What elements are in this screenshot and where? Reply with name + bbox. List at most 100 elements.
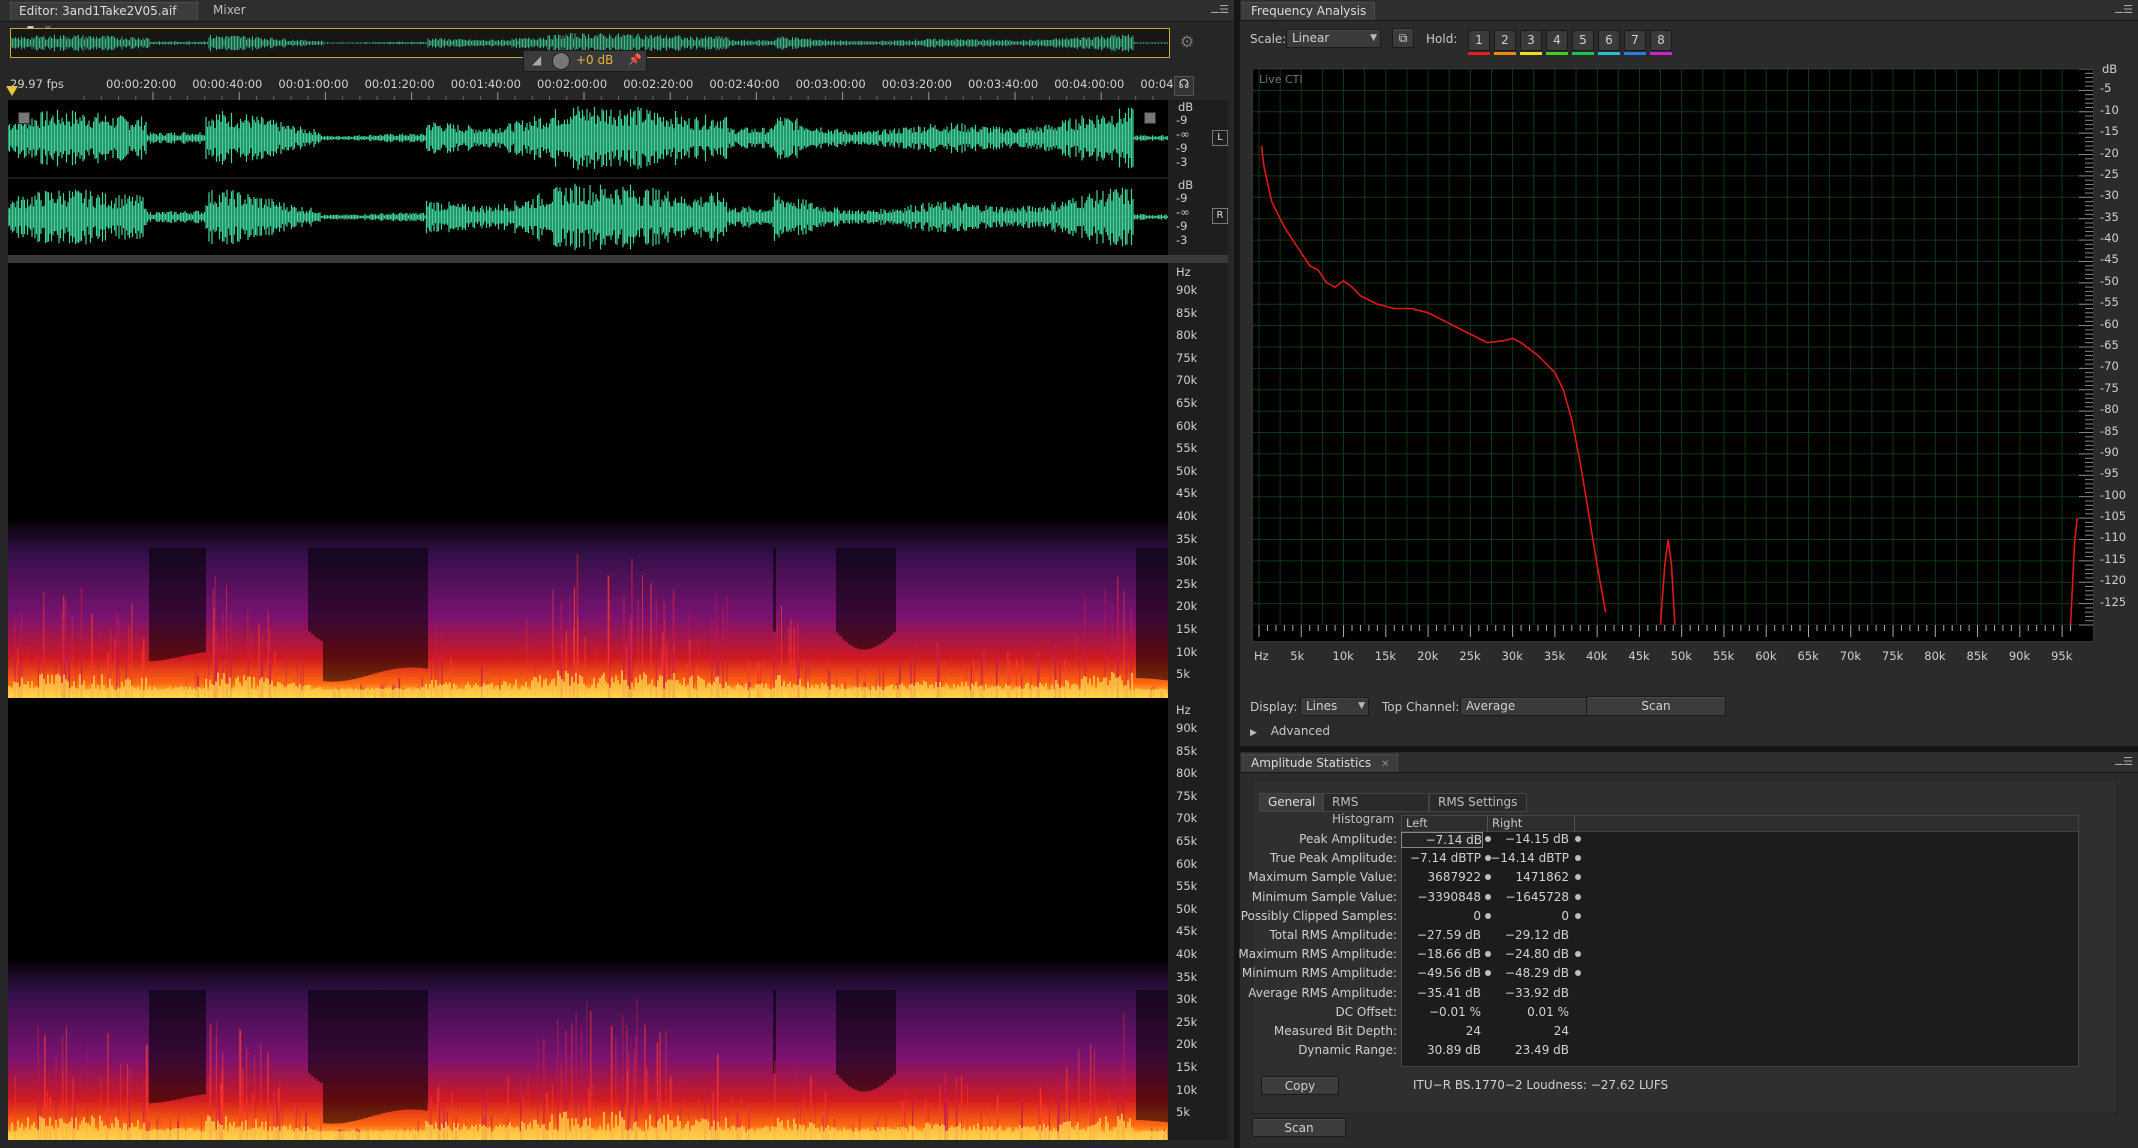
tab-rms-settings[interactable]: RMS Settings	[1429, 793, 1527, 812]
scale-select[interactable]: Linear ▼	[1286, 29, 1381, 48]
copy-button[interactable]: Copy	[1261, 1076, 1339, 1095]
stat-right-value[interactable]: −48.29 dB	[1489, 966, 1569, 980]
panel-menu-icon[interactable]: ⚊☰	[2114, 3, 2133, 16]
stat-right-value[interactable]: 23.49 dB	[1489, 1043, 1569, 1057]
stat-right-value[interactable]: 0	[1489, 909, 1569, 923]
time-ruler[interactable]: 29.97 fps 00:00:20:00 00:00:40:00 00:01:00…	[6, 74, 1185, 101]
stat-right-value[interactable]: −1645728	[1489, 890, 1570, 904]
pin-icon[interactable]	[1575, 874, 1581, 881]
db-unit-right: dB	[1178, 178, 1194, 192]
hz-tick-label: 55k	[1176, 879, 1198, 894]
hz-tick-label: 20k	[1176, 599, 1198, 614]
stat-right-value[interactable]: −33.92 dB	[1489, 986, 1569, 1000]
x-tick-label: 80k	[1924, 649, 1946, 663]
hz-unit-bottom: Hz	[1176, 703, 1191, 717]
hz-tick-label: 15k	[1176, 622, 1198, 636]
pin-icon[interactable]	[1485, 912, 1491, 919]
hz-tick-label: 45k	[1176, 486, 1198, 501]
zoom-navigator-icon[interactable]: ⚙	[1180, 32, 1194, 51]
volume-knob-icon[interactable]	[552, 52, 570, 70]
stat-left-value[interactable]: 3687922	[1401, 870, 1481, 884]
x-tick-label: 30k	[1501, 649, 1523, 663]
hold-button-2[interactable]: 2	[1494, 30, 1516, 55]
pin-icon[interactable]	[1575, 893, 1581, 900]
panel-menu-icon[interactable]: ⚊☰	[2114, 755, 2133, 768]
hud-gain-value[interactable]: +0 dB	[576, 53, 613, 67]
hold-color-bar	[1520, 52, 1542, 55]
col-left-header: Left	[1406, 816, 1428, 830]
panel-menu-icon[interactable]: ⚊☰	[1210, 3, 1229, 16]
pin-icon[interactable]	[1485, 893, 1491, 900]
hold-button-label: 5	[1579, 33, 1587, 47]
stat-left-value[interactable]: 24	[1401, 1024, 1481, 1038]
stat-right-value[interactable]: −14.15 dB	[1489, 832, 1569, 846]
hold-button-1[interactable]: 1	[1468, 30, 1490, 55]
stats-header: Left Right	[1402, 816, 2078, 832]
hz-tick-label: 85k	[1176, 743, 1198, 758]
y-tick-label: -25	[2100, 166, 2119, 181]
stat-label: Possibly Clipped Samples:	[1240, 908, 1397, 923]
tab-frequency-analysis[interactable]: Frequency Analysis	[1242, 2, 1376, 20]
hold-button-7[interactable]: 7	[1624, 30, 1646, 55]
pin-icon[interactable]	[1575, 836, 1581, 842]
pin-icon[interactable]: 📌	[628, 53, 642, 66]
right-fade-handle[interactable]	[1144, 112, 1156, 124]
pin-icon[interactable]	[1575, 970, 1581, 977]
stat-left-value[interactable]: 0	[1401, 909, 1481, 923]
pin-icon[interactable]	[1575, 951, 1581, 958]
hz-tick-label: 45k	[1176, 924, 1198, 939]
amp-scan-button[interactable]: Scan	[1252, 1118, 1346, 1137]
y-tick-label: -115	[2100, 551, 2127, 566]
display-select[interactable]: Lines ▼	[1300, 697, 1369, 716]
db-tick-label: -9	[1176, 113, 1188, 127]
stat-left-value[interactable]: −7.14 dBTP	[1401, 851, 1481, 865]
tab-amplitude-statistics[interactable]: Amplitude Statistics ✕	[1242, 754, 1399, 772]
playhead-icon[interactable]	[6, 86, 18, 96]
scale-label: Scale:	[1250, 32, 1287, 46]
hold-button-4[interactable]: 4	[1546, 30, 1568, 55]
stat-left-value[interactable]: 30.89 dB	[1401, 1043, 1481, 1057]
left-fade-handle[interactable]	[18, 112, 30, 124]
stat-left-value[interactable]: −7.14 dB	[1401, 832, 1483, 848]
stat-right-value[interactable]: −14.14 dBTP	[1489, 851, 1569, 865]
stat-left-value[interactable]: −49.56 dB	[1401, 966, 1481, 980]
tab-general[interactable]: General	[1259, 793, 1323, 812]
spectral-view[interactable]	[8, 263, 1168, 1140]
stat-left-value[interactable]: −0.01 %	[1401, 1005, 1481, 1019]
hold-button-label: 6	[1605, 33, 1613, 47]
chevron-right-icon: ▶	[1250, 728, 1257, 738]
tab-mixer[interactable]: Mixer	[205, 2, 254, 19]
advanced-expander[interactable]: ▶ Advanced	[1250, 724, 1330, 738]
hold-button-label: 4	[1553, 33, 1561, 47]
stat-right-value[interactable]: −24.80 dB	[1489, 947, 1569, 961]
close-icon[interactable]: ✕	[1381, 759, 1389, 770]
stat-right-value[interactable]: 0.01 %	[1489, 1005, 1569, 1019]
stat-left-value[interactable]: −27.59 dB	[1401, 928, 1481, 942]
stat-left-value[interactable]: −35.41 dB	[1401, 986, 1481, 1000]
screenshot-icon[interactable]: ⧉	[1392, 28, 1414, 48]
stat-right-value[interactable]: 1471862	[1489, 870, 1569, 884]
x-tick-label: 50k	[1670, 649, 1692, 663]
tab-editor[interactable]: Editor: 3and1Take2V05.aif ▼ ✕	[10, 2, 198, 35]
hold-button-3[interactable]: 3	[1520, 30, 1542, 55]
frequency-graph[interactable]: Live CTI	[1252, 68, 2094, 642]
stat-left-value[interactable]: −3390848	[1401, 890, 1482, 904]
view-divider[interactable]	[8, 255, 1228, 263]
hold-button-6[interactable]: 6	[1598, 30, 1620, 55]
channel-right-badge[interactable]: R	[1212, 208, 1228, 224]
tab-rms-histogram[interactable]: RMS Histogram	[1323, 793, 1429, 826]
hold-button-8[interactable]: 8	[1650, 30, 1672, 55]
pin-icon[interactable]	[1575, 855, 1581, 862]
stat-right-value[interactable]: 24	[1489, 1024, 1569, 1038]
pin-icon[interactable]	[1485, 836, 1491, 842]
waveform-view[interactable]	[7, 100, 1169, 255]
headphones-icon[interactable]: ☊	[1174, 76, 1194, 96]
hud-volume[interactable]: ◢ +0 dB 📌	[523, 50, 647, 72]
hz-tick-label: 85k	[1176, 305, 1198, 320]
stat-right-value[interactable]: −29.12 dB	[1489, 928, 1569, 942]
channel-left-badge[interactable]: L	[1212, 130, 1228, 146]
pin-icon[interactable]	[1575, 912, 1581, 919]
stat-left-value[interactable]: −18.66 dB	[1401, 947, 1481, 961]
freq-scan-button[interactable]: Scan	[1586, 696, 1726, 716]
hold-button-5[interactable]: 5	[1572, 30, 1594, 55]
